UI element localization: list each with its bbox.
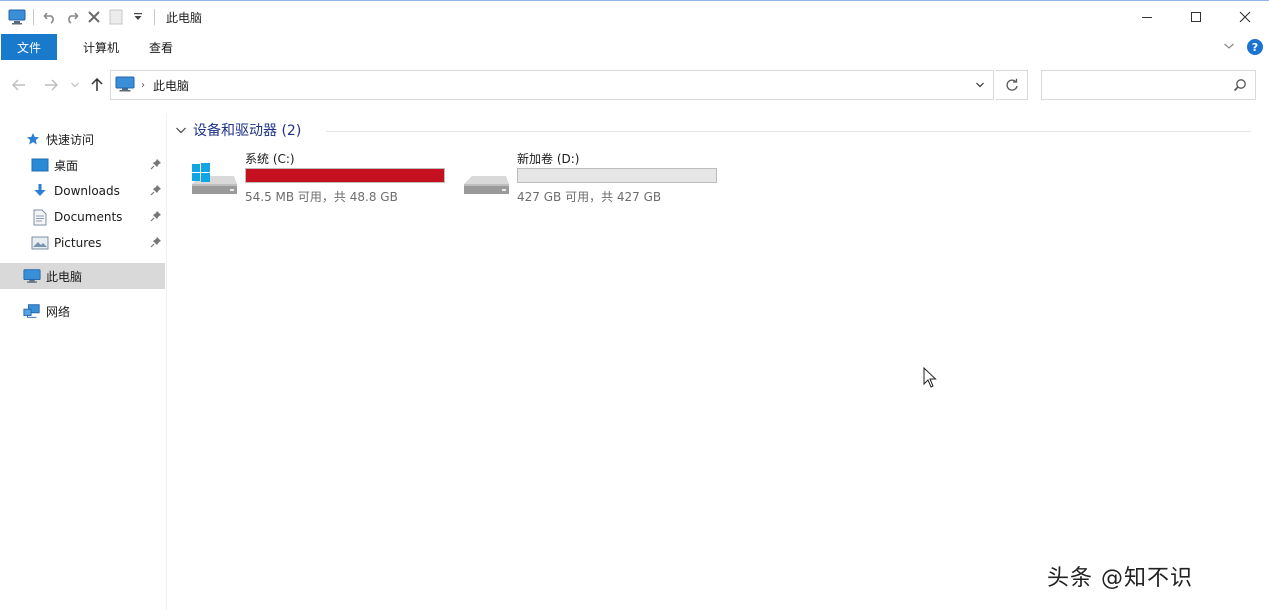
sidebar-item-label: Downloads <box>54 184 120 198</box>
this-pc-icon[interactable] <box>6 6 28 28</box>
hard-drive-icon <box>462 160 510 203</box>
new-folder-icon[interactable] <box>105 6 127 28</box>
minimize-icon <box>1141 17 1152 18</box>
search-box[interactable] <box>1041 70 1256 100</box>
drive-free-space: 54.5 MB 可用，共 48.8 GB <box>245 190 398 204</box>
sidebar-item-pictures[interactable]: Pictures <box>0 230 165 256</box>
up-arrow-icon <box>91 78 103 91</box>
navigation-pane: 快速访问 桌面 Downloads Documents Pictures 此电脑… <box>0 114 167 610</box>
delete-icon[interactable] <box>83 6 105 28</box>
refresh-icon <box>1005 78 1018 91</box>
drive-usage-bar <box>245 168 445 183</box>
recent-locations-button[interactable] <box>64 74 86 96</box>
sidebar-item-label: 此电脑 <box>46 269 83 284</box>
expand-ribbon-chevron-icon[interactable] <box>1223 40 1235 54</box>
quick-access-toolbar <box>0 1 160 33</box>
back-button[interactable] <box>8 74 30 96</box>
close-button[interactable] <box>1220 1 1269 33</box>
download-icon <box>31 182 49 200</box>
toolbar-separator <box>33 9 34 25</box>
toolbar-separator <box>154 9 155 25</box>
address-bar[interactable]: › 此电脑 <box>110 70 994 100</box>
pin-icon[interactable] <box>150 158 162 173</box>
this-pc-icon <box>23 267 41 285</box>
this-pc-icon <box>115 76 135 95</box>
tab-computer[interactable]: 计算机 <box>69 34 133 60</box>
drive-usage-bar <box>517 168 717 183</box>
content-pane: 设备和驱动器 (2) 系统 (C:) 54.5 MB 可用，共 48.8 GB … <box>166 114 1269 610</box>
tab-file[interactable]: 文件 <box>1 34 57 60</box>
drive-name: 新加卷 (D:) <box>517 152 580 166</box>
navigation-bar: › 此电脑 <box>0 67 1269 103</box>
sidebar-item-label: 网络 <box>46 304 71 319</box>
ribbon-tabs: 文件 计算机 查看 ? <box>0 34 1269 60</box>
group-header-devices[interactable]: 设备和驱动器 (2) <box>174 120 301 140</box>
document-icon <box>31 208 49 226</box>
drive-item-d[interactable]: 新加卷 (D:) 427 GB 可用，共 427 GB <box>462 148 722 208</box>
star-icon <box>24 130 42 148</box>
search-input[interactable] <box>1048 71 1232 99</box>
redo-icon[interactable] <box>61 6 83 28</box>
ribbon-right-controls: ? <box>1223 36 1263 58</box>
drive-usage-fill <box>246 169 444 182</box>
sidebar-item-label: Pictures <box>54 236 102 250</box>
chevron-down-icon <box>71 82 79 88</box>
group-divider <box>326 131 1251 132</box>
mouse-cursor-icon <box>923 366 937 392</box>
sidebar-item-label: Documents <box>54 210 123 224</box>
forward-button[interactable] <box>40 74 62 96</box>
sidebar-item-documents[interactable]: Documents <box>0 204 165 230</box>
sidebar-item-this-pc[interactable]: 此电脑 <box>0 263 165 289</box>
sidebar-item-desktop[interactable]: 桌面 <box>0 152 165 178</box>
pin-icon[interactable] <box>150 184 162 199</box>
maximize-icon <box>1190 12 1201 22</box>
desktop-icon <box>31 156 49 174</box>
customize-dropdown-icon[interactable] <box>127 6 149 28</box>
drive-name: 系统 (C:) <box>245 152 295 166</box>
sidebar-item-network[interactable]: 网络 <box>0 298 165 324</box>
up-button[interactable] <box>86 74 108 96</box>
undo-icon[interactable] <box>39 6 61 28</box>
drive-item-c[interactable]: 系统 (C:) 54.5 MB 可用，共 48.8 GB <box>190 148 450 208</box>
watermark-text: 头条 @知不识 <box>1047 566 1193 591</box>
chevron-down-icon[interactable] <box>174 123 188 137</box>
help-icon[interactable]: ? <box>1247 39 1263 55</box>
close-icon <box>1239 11 1250 23</box>
breadcrumb-separator-icon[interactable]: › <box>141 80 145 91</box>
title-bar: 此电脑 <box>0 1 1269 33</box>
drive-free-space: 427 GB 可用，共 427 GB <box>517 190 662 204</box>
refresh-button[interactable] <box>996 70 1028 100</box>
sidebar-item-label: 桌面 <box>54 158 79 173</box>
minimize-button[interactable] <box>1122 1 1171 33</box>
windows-drive-icon <box>190 160 238 203</box>
maximize-button[interactable] <box>1171 1 1220 33</box>
sidebar-item-downloads[interactable]: Downloads <box>0 178 165 204</box>
picture-icon <box>31 234 49 252</box>
pin-icon[interactable] <box>150 236 162 251</box>
window-title: 此电脑 <box>166 10 203 25</box>
search-icon[interactable] <box>1233 78 1247 95</box>
network-icon <box>23 302 41 320</box>
forward-arrow-icon <box>45 79 58 91</box>
tab-view[interactable]: 查看 <box>135 34 187 60</box>
address-dropdown-icon[interactable] <box>973 78 987 92</box>
file-explorer-window: 此电脑 文件 计算机 查看 ? › 此电脑 快速访问 桌面 Downloads … <box>0 0 1269 610</box>
sidebar-item-label: 快速访问 <box>46 132 95 147</box>
window-controls <box>1122 1 1269 33</box>
pin-icon[interactable] <box>150 210 162 225</box>
breadcrumb[interactable]: 此电脑 <box>153 77 189 94</box>
sidebar-item-quick-access[interactable]: 快速访问 <box>0 126 165 152</box>
back-arrow-icon <box>12 79 25 91</box>
group-title: 设备和驱动器 (2) <box>193 123 302 139</box>
